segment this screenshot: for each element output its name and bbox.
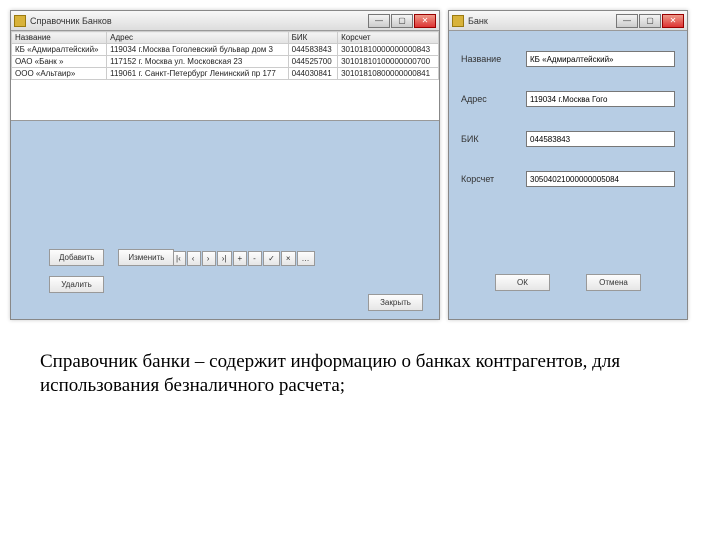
nav-button[interactable]: ›| — [217, 251, 232, 266]
edit-button[interactable]: Изменить — [118, 249, 174, 266]
table-cell: ООО «Альтаир» — [12, 68, 107, 80]
ok-button[interactable]: ОК — [495, 274, 550, 291]
table-cell: 30101810000000000843 — [338, 44, 439, 56]
cancel-button[interactable]: Отмена — [586, 274, 641, 291]
close-icon[interactable]: ✕ — [662, 14, 684, 28]
app-icon — [452, 15, 464, 27]
minimize-icon[interactable]: — — [368, 14, 390, 28]
table-cell: 30101810100000000700 — [338, 56, 439, 68]
table-cell: ОАО «Банк » — [12, 56, 107, 68]
label-name: Название — [461, 54, 526, 64]
table-row[interactable]: ОАО «Банк »117152 г. Москва ул. Московск… — [12, 56, 439, 68]
page-caption: Справочник банки – содержит информацию о… — [40, 350, 680, 398]
table-header-cell[interactable]: Адрес — [107, 32, 289, 44]
bank-table: НазваниеАдресБИККорсчет КБ «Адмиралтейск… — [11, 31, 439, 121]
table-cell: 30101810800000000841 — [338, 68, 439, 80]
table-header-cell[interactable]: Корсчет — [338, 32, 439, 44]
table-cell: 119061 г. Санкт-Петербург Ленинский пр 1… — [107, 68, 289, 80]
table-cell: КБ «Адмиралтейский» — [12, 44, 107, 56]
delete-button[interactable]: Удалить — [49, 276, 104, 293]
label-korschet: Корсчет — [461, 174, 526, 184]
add-button[interactable]: Добавить — [49, 249, 104, 266]
table-header-cell[interactable]: Название — [12, 32, 107, 44]
minimize-icon[interactable]: — — [616, 14, 638, 28]
table-cell: 044583843 — [288, 44, 337, 56]
table-cell: 119034 г.Москва Гоголевский бульвар дом … — [107, 44, 289, 56]
toolbar-area: |‹‹››|+-✓×… Добавить Изменить Удалить За… — [11, 121, 439, 319]
edit-form: Название КБ «Адмиралтейский» Адрес 11903… — [449, 31, 687, 319]
window-bank-edit: Банк — ▢ ✕ Название КБ «Адмиралтейский» … — [448, 10, 688, 320]
label-address: Адрес — [461, 94, 526, 104]
table-row[interactable]: ООО «Альтаир»119061 г. Санкт-Петербург Л… — [12, 68, 439, 80]
titlebar: Справочник Банков — ▢ ✕ — [11, 11, 439, 31]
table-row[interactable]: КБ «Адмиралтейский»119034 г.Москва Гогол… — [12, 44, 439, 56]
input-name[interactable]: КБ «Адмиралтейский» — [526, 51, 675, 67]
nav-button[interactable]: › — [202, 251, 216, 266]
close-button[interactable]: Закрыть — [368, 294, 423, 311]
input-address[interactable]: 119034 г.Москва Гого — [526, 91, 675, 107]
nav-button[interactable]: ‹ — [187, 251, 201, 266]
maximize-icon[interactable]: ▢ — [639, 14, 661, 28]
nav-button[interactable]: + — [233, 251, 248, 266]
window-title: Справочник Банков — [30, 16, 364, 26]
table-cell: 044030841 — [288, 68, 337, 80]
titlebar: Банк — ▢ ✕ — [449, 11, 687, 31]
input-korschet[interactable]: 30504021000000005084 — [526, 171, 675, 187]
label-bik: БИК — [461, 134, 526, 144]
window-bank-list: Справочник Банков — ▢ ✕ НазваниеАдресБИК… — [10, 10, 440, 320]
nav-button[interactable]: ✓ — [263, 251, 280, 266]
input-bik[interactable]: 044583843 — [526, 131, 675, 147]
nav-button[interactable]: - — [248, 251, 262, 266]
table-header-cell[interactable]: БИК — [288, 32, 337, 44]
app-icon — [14, 15, 26, 27]
table-cell: 044525700 — [288, 56, 337, 68]
maximize-icon[interactable]: ▢ — [391, 14, 413, 28]
table-cell: 117152 г. Москва ул. Московская 23 — [107, 56, 289, 68]
window-title: Банк — [468, 16, 612, 26]
nav-button[interactable]: × — [281, 251, 296, 266]
close-icon[interactable]: ✕ — [414, 14, 436, 28]
nav-button[interactable]: … — [297, 251, 315, 266]
